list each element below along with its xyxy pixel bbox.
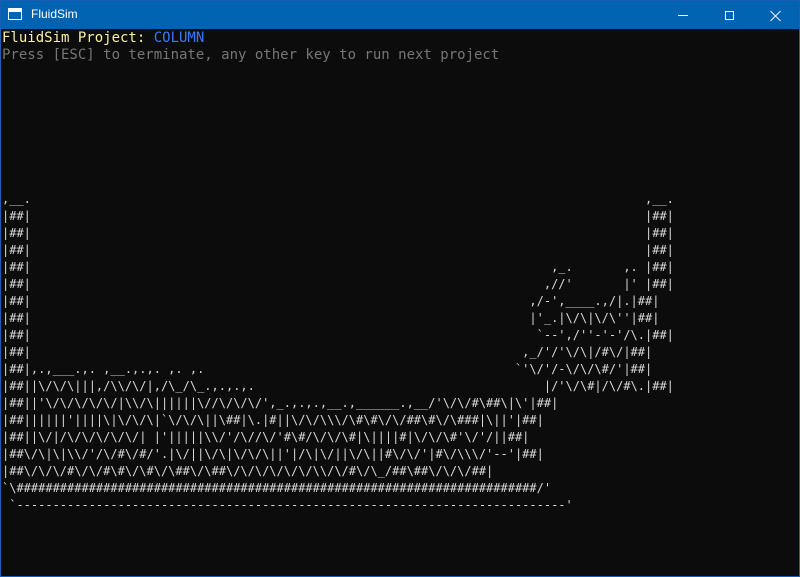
minimize-button[interactable] bbox=[660, 1, 706, 29]
maximize-icon bbox=[724, 10, 734, 20]
simulation-ascii-art: ,__. ,__. |##| |##| |##| |##| |##| |##| … bbox=[2, 192, 674, 512]
project-line: FluidSim Project: COLUMN bbox=[2, 29, 204, 47]
project-name: COLUMN bbox=[153, 30, 205, 46]
instruction-text: Press [ESC] to terminate, any other key … bbox=[2, 47, 500, 63]
console-window: FluidSim FluidSim Project: COLUMN Press … bbox=[0, 0, 800, 577]
maximize-button[interactable] bbox=[706, 1, 752, 29]
project-prefix: FluidSim Project: bbox=[2, 30, 154, 46]
close-button[interactable] bbox=[752, 1, 798, 29]
console-app-icon bbox=[8, 8, 22, 20]
console-output[interactable]: FluidSim Project: COLUMN Press [ESC] to … bbox=[2, 29, 798, 575]
window-title: FluidSim bbox=[31, 7, 78, 21]
close-icon bbox=[770, 10, 781, 21]
minimize-icon bbox=[678, 14, 688, 16]
title-bar[interactable]: FluidSim bbox=[1, 1, 799, 29]
